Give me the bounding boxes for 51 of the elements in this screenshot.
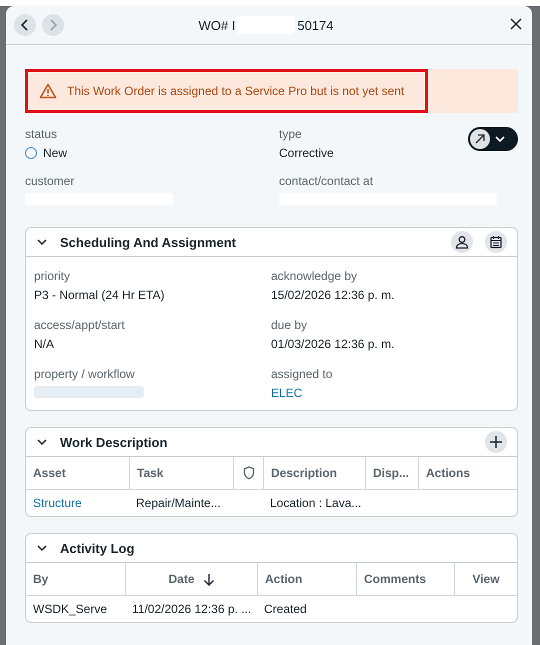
- warning-icon: [39, 83, 57, 99]
- field-label: acknowledge by: [271, 269, 358, 283]
- column-header[interactable]: Disp...: [365, 457, 418, 490]
- calendar-icon[interactable]: [485, 231, 507, 253]
- field-label: due by: [271, 318, 308, 332]
- column-header[interactable]: Action: [257, 563, 356, 596]
- table-cell-text: Location : Lava...: [269, 495, 362, 512]
- field-label: property / workflow: [34, 367, 135, 381]
- field-value: New: [43, 146, 68, 160]
- table-cell-text: Repair/Mainte...: [135, 495, 222, 512]
- table-link[interactable]: Structure: [26, 490, 129, 516]
- field-label: customer: [25, 174, 74, 188]
- arrow-icon: [474, 133, 486, 145]
- warning-text: This Work Order is assigned to a Service Pro but is not yet sent: [67, 84, 404, 98]
- field-label: type: [279, 127, 302, 141]
- field-value: N/A: [34, 337, 54, 351]
- section-title: Work Description: [60, 434, 168, 450]
- table-cell-text: Created: [263, 601, 308, 618]
- sort-down-icon[interactable]: [202, 572, 214, 586]
- field-value: Corrective: [279, 146, 334, 160]
- section-title: Activity Log: [60, 540, 136, 556]
- field-label: priority: [34, 269, 70, 283]
- open-menu-button[interactable]: [468, 127, 518, 151]
- column-header[interactable]: By: [26, 563, 125, 596]
- column-header[interactable]: Task: [129, 457, 233, 490]
- column-header[interactable]: Actions: [418, 457, 517, 490]
- field-label: access/appt/start: [34, 318, 125, 332]
- add-icon[interactable]: [485, 431, 507, 453]
- table-cell-text: WSDK_Serve: [32, 601, 108, 618]
- table-cell-text: 11/02/2026 12:36 p. ...: [131, 601, 252, 618]
- left-chevron-icon: [20, 19, 30, 31]
- field-label: status: [25, 127, 58, 141]
- shield-icon: [242, 466, 254, 480]
- field-link[interactable]: ELEC: [271, 386, 302, 400]
- field-value: P3 - Normal (24 Hr ETA): [34, 288, 164, 302]
- right-chevron-icon: [48, 19, 58, 31]
- field-label: assigned to: [271, 367, 332, 381]
- column-header[interactable]: Date: [125, 563, 257, 596]
- field-value: 15/02/2026 12:36 p. m.: [271, 288, 394, 302]
- field-value: 01/03/2026 12:36 p. m.: [271, 337, 394, 351]
- column-header[interactable]: Comments: [356, 563, 454, 596]
- person-icon[interactable]: [451, 231, 473, 253]
- status-icon: [25, 147, 37, 159]
- column-header[interactable]: View: [454, 563, 517, 596]
- column-header[interactable]: Asset: [26, 457, 129, 490]
- window-title: 50174: [297, 18, 334, 32]
- column-header[interactable]: Description: [263, 457, 365, 490]
- field-label: contact/contact at: [279, 174, 374, 188]
- window-title: WO# I: [198, 18, 236, 32]
- section-title: Scheduling And Assignment: [60, 234, 237, 250]
- back-button[interactable]: [14, 14, 36, 36]
